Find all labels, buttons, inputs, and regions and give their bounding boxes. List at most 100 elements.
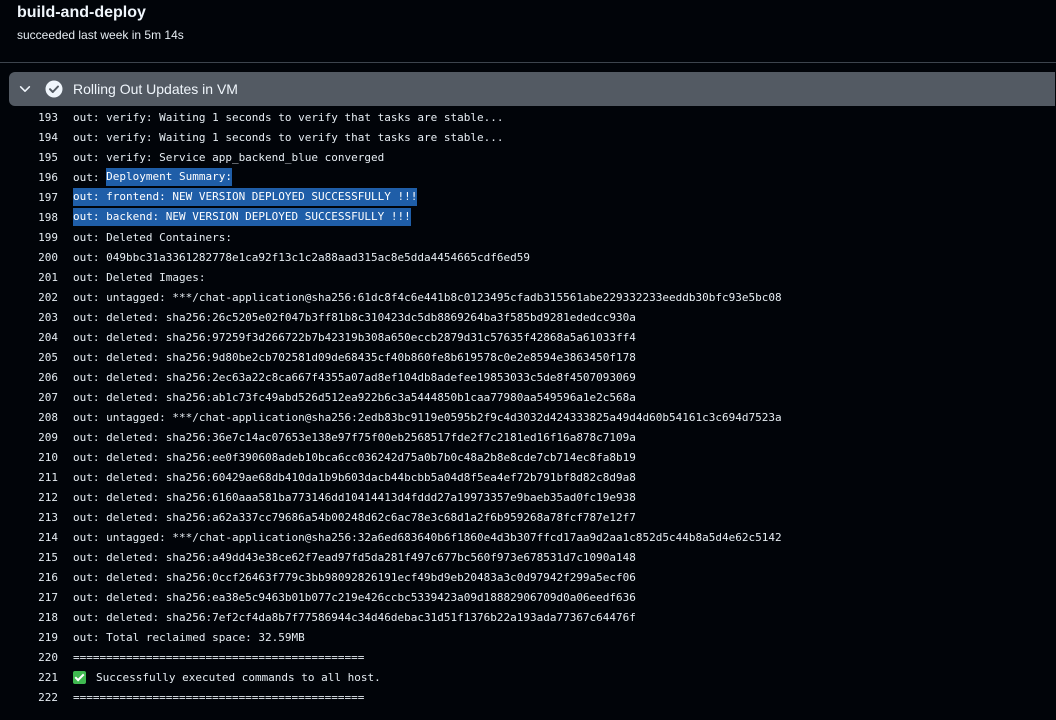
log-text: out: deleted: sha256:a62a337cc79686a54b0…: [73, 507, 636, 527]
line-number[interactable]: 210: [0, 451, 58, 464]
log-line: 215 out: deleted: sha256:a49dd43e38ce62f7…: [0, 547, 1056, 567]
log-text: out: deleted: sha256:97259f3d266722b7b42…: [73, 327, 636, 347]
line-number[interactable]: 200: [0, 251, 58, 264]
log-text-plain: out: untagged: ***/chat-application@sha2…: [73, 530, 782, 544]
job-header: build-and-deploy succeeded last week in …: [0, 0, 1056, 63]
log-line: 211 out: deleted: sha256:60429ae68db410da…: [0, 467, 1056, 487]
line-number[interactable]: 206: [0, 371, 58, 384]
log-text: out: 049bbc31a3361282778e1ca92f13c1c2a88…: [73, 247, 530, 267]
log-text: out: frontend: NEW VERSION DEPLOYED SUCC…: [73, 187, 418, 207]
check-mark-icon: [73, 670, 86, 684]
line-number[interactable]: 199: [0, 231, 58, 244]
log-text-plain: out: deleted: sha256:ee0f390608adeb10bca…: [73, 450, 636, 464]
log-line: 205 out: deleted: sha256:9d80be2cb702581d…: [0, 347, 1056, 367]
line-number[interactable]: 193: [0, 111, 58, 124]
log-line: 220 =====================================…: [0, 647, 1056, 667]
log-text-plain: out: deleted: sha256:a49dd43e38ce62f7ead…: [73, 550, 636, 564]
log-text-plain: out: deleted: sha256:2ec63a22c8ca667f435…: [73, 370, 636, 384]
line-number[interactable]: 216: [0, 571, 58, 584]
line-number[interactable]: 222: [0, 691, 58, 704]
log-text: out: deleted: sha256:26c5205e02f047b3ff8…: [73, 307, 636, 327]
line-number[interactable]: 215: [0, 551, 58, 564]
log-text-plain: out: deleted: sha256:97259f3d266722b7b42…: [73, 330, 636, 344]
line-number[interactable]: 194: [0, 131, 58, 144]
log-text: out: Deleted Images:: [73, 267, 205, 287]
log-text: out: Deployment Summary:: [73, 167, 232, 187]
log-line: 200 out: 049bbc31a3361282778e1ca92f13c1c2…: [0, 247, 1056, 267]
log-text-plain: ========================================…: [73, 690, 365, 704]
log-text-plain: out: deleted: sha256:6160aaa581ba773146d…: [73, 490, 636, 504]
line-number[interactable]: 204: [0, 331, 58, 344]
log-text: out: deleted: sha256:36e7c14ac07653e138e…: [73, 427, 636, 447]
log-text: out: untagged: ***/chat-application@sha2…: [73, 527, 782, 547]
log-text: out: Deleted Containers:: [73, 227, 232, 247]
log-line: 212 out: deleted: sha256:6160aaa581ba7731…: [0, 487, 1056, 507]
line-number[interactable]: 198: [0, 211, 58, 224]
check-circle-icon: [45, 80, 63, 98]
log-text-plain: out: deleted: sha256:36e7c14ac07653e138e…: [73, 430, 636, 444]
log-text-plain: out: deleted: sha256:ea38e5c9463b01b077c…: [73, 590, 636, 604]
line-number[interactable]: 195: [0, 151, 58, 164]
log-text-selected: out: frontend: NEW VERSION DEPLOYED SUCC…: [73, 188, 418, 206]
log-text: out: deleted: sha256:ee0f390608adeb10bca…: [73, 447, 636, 467]
log-text-plain: out: deleted: sha256:a62a337cc79686a54b0…: [73, 510, 636, 524]
line-number[interactable]: 211: [0, 471, 58, 484]
log-line: 214 out: untagged: ***/chat-application@s…: [0, 527, 1056, 547]
log-line: 204 out: deleted: sha256:97259f3d266722b7…: [0, 327, 1056, 347]
log-line: 199 out: Deleted Containers:: [0, 227, 1056, 247]
line-number[interactable]: 213: [0, 511, 58, 524]
line-number[interactable]: 201: [0, 271, 58, 284]
line-number[interactable]: 196: [0, 171, 58, 184]
line-number[interactable]: 212: [0, 491, 58, 504]
log-text: Successfully executed commands to all ho…: [73, 667, 381, 687]
line-number[interactable]: 205: [0, 351, 58, 364]
log-text: out: deleted: sha256:0ccf26463f779c3bb98…: [73, 567, 636, 587]
job-title: build-and-deploy: [17, 4, 146, 21]
log-line: 209 out: deleted: sha256:36e7c14ac07653e1…: [0, 427, 1056, 447]
log-line: 201 out: Deleted Images:: [0, 267, 1056, 287]
line-number[interactable]: 208: [0, 411, 58, 424]
log-text-plain: out: deleted: sha256:7ef2cf4da8b7f775869…: [73, 610, 636, 624]
line-number[interactable]: 218: [0, 611, 58, 624]
log-text-plain: out: deleted: sha256:26c5205e02f047b3ff8…: [73, 310, 636, 324]
log-text: out: untagged: ***/chat-application@sha2…: [73, 287, 782, 307]
log-text-plain: Successfully executed commands to all ho…: [96, 670, 381, 684]
log-text-plain: out: deleted: sha256:ab1c73fc49abd526d51…: [73, 390, 636, 404]
log-line: 195 out: verify: Service app_backend_blue…: [0, 147, 1056, 167]
log-text-plain: out: deleted: sha256:60429ae68db410da1b9…: [73, 470, 636, 484]
line-number[interactable]: 217: [0, 591, 58, 604]
log-text-plain: out: deleted: sha256:9d80be2cb702581d09d…: [73, 350, 636, 364]
step-title: Rolling Out Updates in VM: [73, 81, 238, 97]
log-line: 194 out: verify: Waiting 1 seconds to ver…: [0, 127, 1056, 147]
log-text-plain: out:: [73, 170, 107, 184]
log-line: 217 out: deleted: sha256:ea38e5c9463b01b0…: [0, 587, 1056, 607]
log-text: out: deleted: sha256:ab1c73fc49abd526d51…: [73, 387, 636, 407]
log-line: 197 out: frontend: NEW VERSION DEPLOYED S…: [0, 187, 1056, 207]
line-number[interactable]: 207: [0, 391, 58, 404]
line-number[interactable]: 221: [0, 671, 58, 684]
log-line: 218 out: deleted: sha256:7ef2cf4da8b7f775…: [0, 607, 1056, 627]
line-number[interactable]: 219: [0, 631, 58, 644]
log-line: 193 out: verify: Waiting 1 seconds to ver…: [0, 107, 1056, 127]
log-text-plain: out: verify: Waiting 1 seconds to verify…: [73, 130, 504, 144]
log-text: out: backend: NEW VERSION DEPLOYED SUCCE…: [73, 207, 411, 227]
line-number[interactable]: 220: [0, 651, 58, 664]
log-line: 206 out: deleted: sha256:2ec63a22c8ca667f…: [0, 367, 1056, 387]
log-line: 216 out: deleted: sha256:0ccf26463f779c3b…: [0, 567, 1056, 587]
line-number[interactable]: 209: [0, 431, 58, 444]
step-header-rolling-out-updates[interactable]: Rolling Out Updates in VM: [9, 72, 1055, 106]
line-number[interactable]: 214: [0, 531, 58, 544]
log-text-plain: out: Total reclaimed space: 32.59MB: [73, 630, 305, 644]
log-text: out: deleted: sha256:7ef2cf4da8b7f775869…: [73, 607, 636, 627]
log-text: out: untagged: ***/chat-application@sha2…: [73, 407, 782, 427]
line-number[interactable]: 202: [0, 291, 58, 304]
log-line: 207 out: deleted: sha256:ab1c73fc49abd526…: [0, 387, 1056, 407]
log-text: out: Total reclaimed space: 32.59MB: [73, 627, 305, 647]
log-line: 208 out: untagged: ***/chat-application@s…: [0, 407, 1056, 427]
line-number[interactable]: 197: [0, 191, 58, 204]
line-number[interactable]: 203: [0, 311, 58, 324]
log-line: 198 out: backend: NEW VERSION DEPLOYED SU…: [0, 207, 1056, 227]
log-line: 196 out: Deployment Summary:: [0, 167, 1056, 187]
log-line: 203 out: deleted: sha256:26c5205e02f047b3…: [0, 307, 1056, 327]
chevron-down-icon[interactable]: [18, 82, 32, 96]
